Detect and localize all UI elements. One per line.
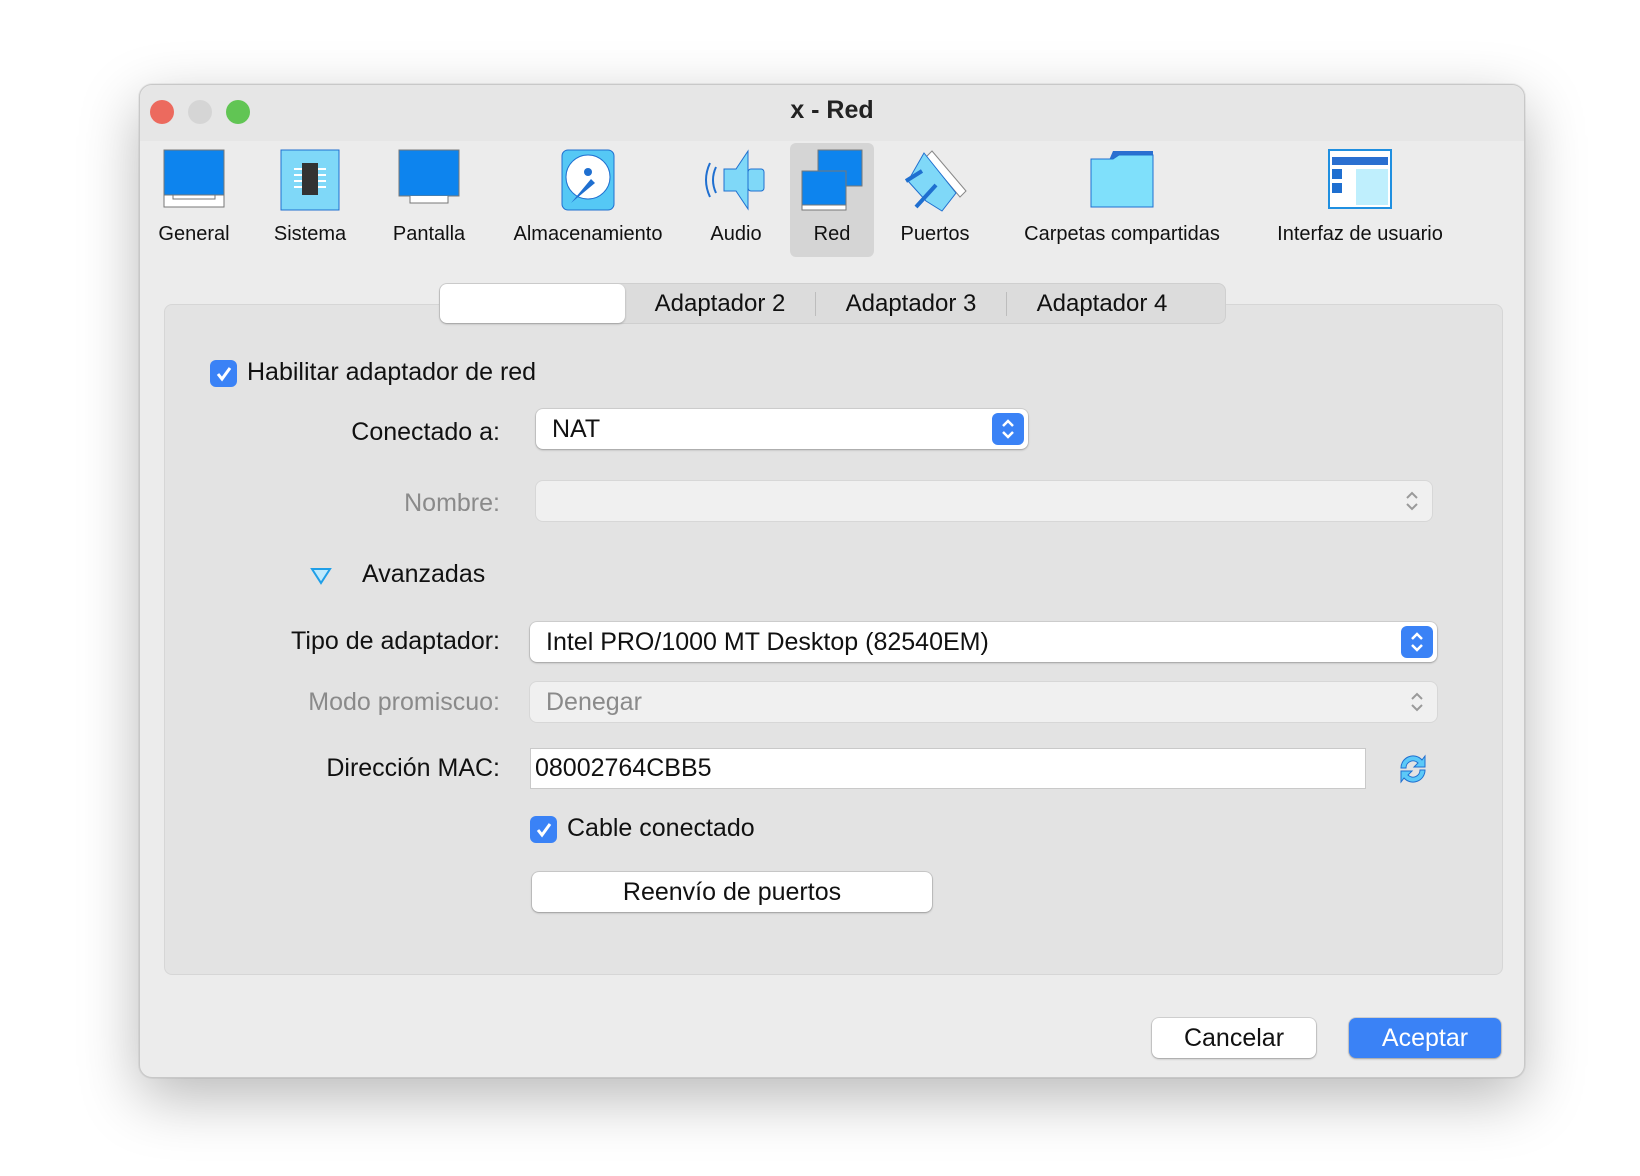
attached-to-label: Conectado a:	[351, 418, 500, 446]
toolbar-red[interactable]: Red	[790, 143, 874, 257]
toolbar-interfaz-de-usuario[interactable]: Interfaz de usuario	[1252, 143, 1468, 257]
adapter-type-label: Tipo de adaptador:	[291, 627, 500, 655]
toolbar-label: Interfaz de usuario	[1277, 223, 1443, 245]
toolbar-general[interactable]: General	[144, 143, 244, 257]
speaker-icon	[705, 149, 765, 211]
title-bar: x - Red	[140, 85, 1524, 141]
adapter-tabs: Adaptador 2 Adaptador 3 Adaptador 4	[439, 283, 1226, 324]
monitor-icon	[163, 149, 225, 208]
toolbar-puertos[interactable]: Puertos	[888, 143, 982, 257]
toolbar-audio[interactable]: Audio	[690, 143, 782, 257]
name-select	[536, 481, 1432, 521]
toolbar-label: Audio	[710, 223, 762, 245]
disk-icon	[561, 149, 615, 211]
display-icon	[398, 149, 460, 204]
ui-window-icon	[1328, 149, 1392, 209]
name-label: Nombre:	[404, 489, 500, 517]
adapter-type-select[interactable]: Intel PRO/1000 MT Desktop (82540EM)	[530, 622, 1437, 662]
promiscuous-mode-label: Modo promiscuo:	[308, 688, 500, 716]
promiscuous-mode-value: Denegar	[546, 687, 642, 716]
cable-connected-label: Cable conectado	[567, 814, 755, 842]
port-forwarding-button[interactable]: Reenvío de puertos	[532, 872, 932, 912]
toolbar-label: Red	[813, 223, 851, 245]
toolbar-pantalla[interactable]: Pantalla	[375, 143, 483, 257]
advanced-toggle[interactable]: Avanzadas	[362, 560, 485, 589]
cable-connected-checkbox[interactable]	[530, 816, 557, 843]
toolbar-label: Pantalla	[392, 223, 466, 245]
tab-adaptador-4[interactable]: Adaptador 4	[1007, 284, 1197, 323]
toolbar-carpetas-compartidas[interactable]: Carpetas compartidas	[1004, 143, 1240, 257]
toolbar-label: General	[158, 223, 230, 245]
chip-icon	[280, 149, 340, 211]
tab-adaptador-1[interactable]	[440, 284, 625, 323]
checkmark-icon	[536, 822, 551, 837]
toolbar-label: Carpetas compartidas	[1024, 223, 1220, 245]
mac-address-label: Dirección MAC:	[326, 754, 500, 782]
attached-to-select[interactable]: NAT	[536, 409, 1028, 449]
tab-adaptador-3[interactable]: Adaptador 3	[816, 284, 1006, 323]
enable-adapter-label: Habilitar adaptador de red	[247, 358, 537, 386]
toolbar-sistema[interactable]: Sistema	[260, 143, 360, 257]
select-stepper-icon	[1401, 686, 1433, 718]
mac-address-value: 08002764CBB5	[535, 754, 712, 782]
adapter-type-value: Intel PRO/1000 MT Desktop (82540EM)	[546, 627, 989, 656]
refresh-mac-icon[interactable]	[1397, 752, 1429, 786]
ok-button[interactable]: Aceptar	[1349, 1018, 1501, 1058]
select-stepper-icon	[1401, 626, 1433, 658]
cancel-button[interactable]: Cancelar	[1152, 1018, 1316, 1058]
promiscuous-mode-select: Denegar	[530, 682, 1437, 722]
select-stepper-icon	[992, 413, 1024, 445]
toolbar-almacenamiento[interactable]: Almacenamiento	[502, 143, 674, 257]
toolbar-label: Almacenamiento	[513, 223, 663, 245]
mac-address-input[interactable]: 08002764CBB5	[531, 749, 1365, 788]
folder-icon	[1090, 151, 1154, 208]
tab-adaptador-2[interactable]: Adaptador 2	[625, 284, 815, 323]
enable-adapter-checkbox[interactable]	[210, 360, 237, 387]
checkmark-icon	[216, 366, 231, 381]
window-title: x - Red	[790, 96, 874, 124]
disclosure-triangle-icon[interactable]	[310, 567, 332, 585]
port-icon	[904, 150, 967, 212]
select-stepper-icon	[1396, 485, 1428, 517]
attached-to-value: NAT	[552, 414, 601, 443]
network-icon	[801, 149, 863, 211]
toolbar-label: Puertos	[900, 223, 970, 245]
settings-window: x - Red General Sistema Pantalla Almacen…	[139, 84, 1525, 1078]
toolbar-label: Sistema	[273, 223, 347, 245]
